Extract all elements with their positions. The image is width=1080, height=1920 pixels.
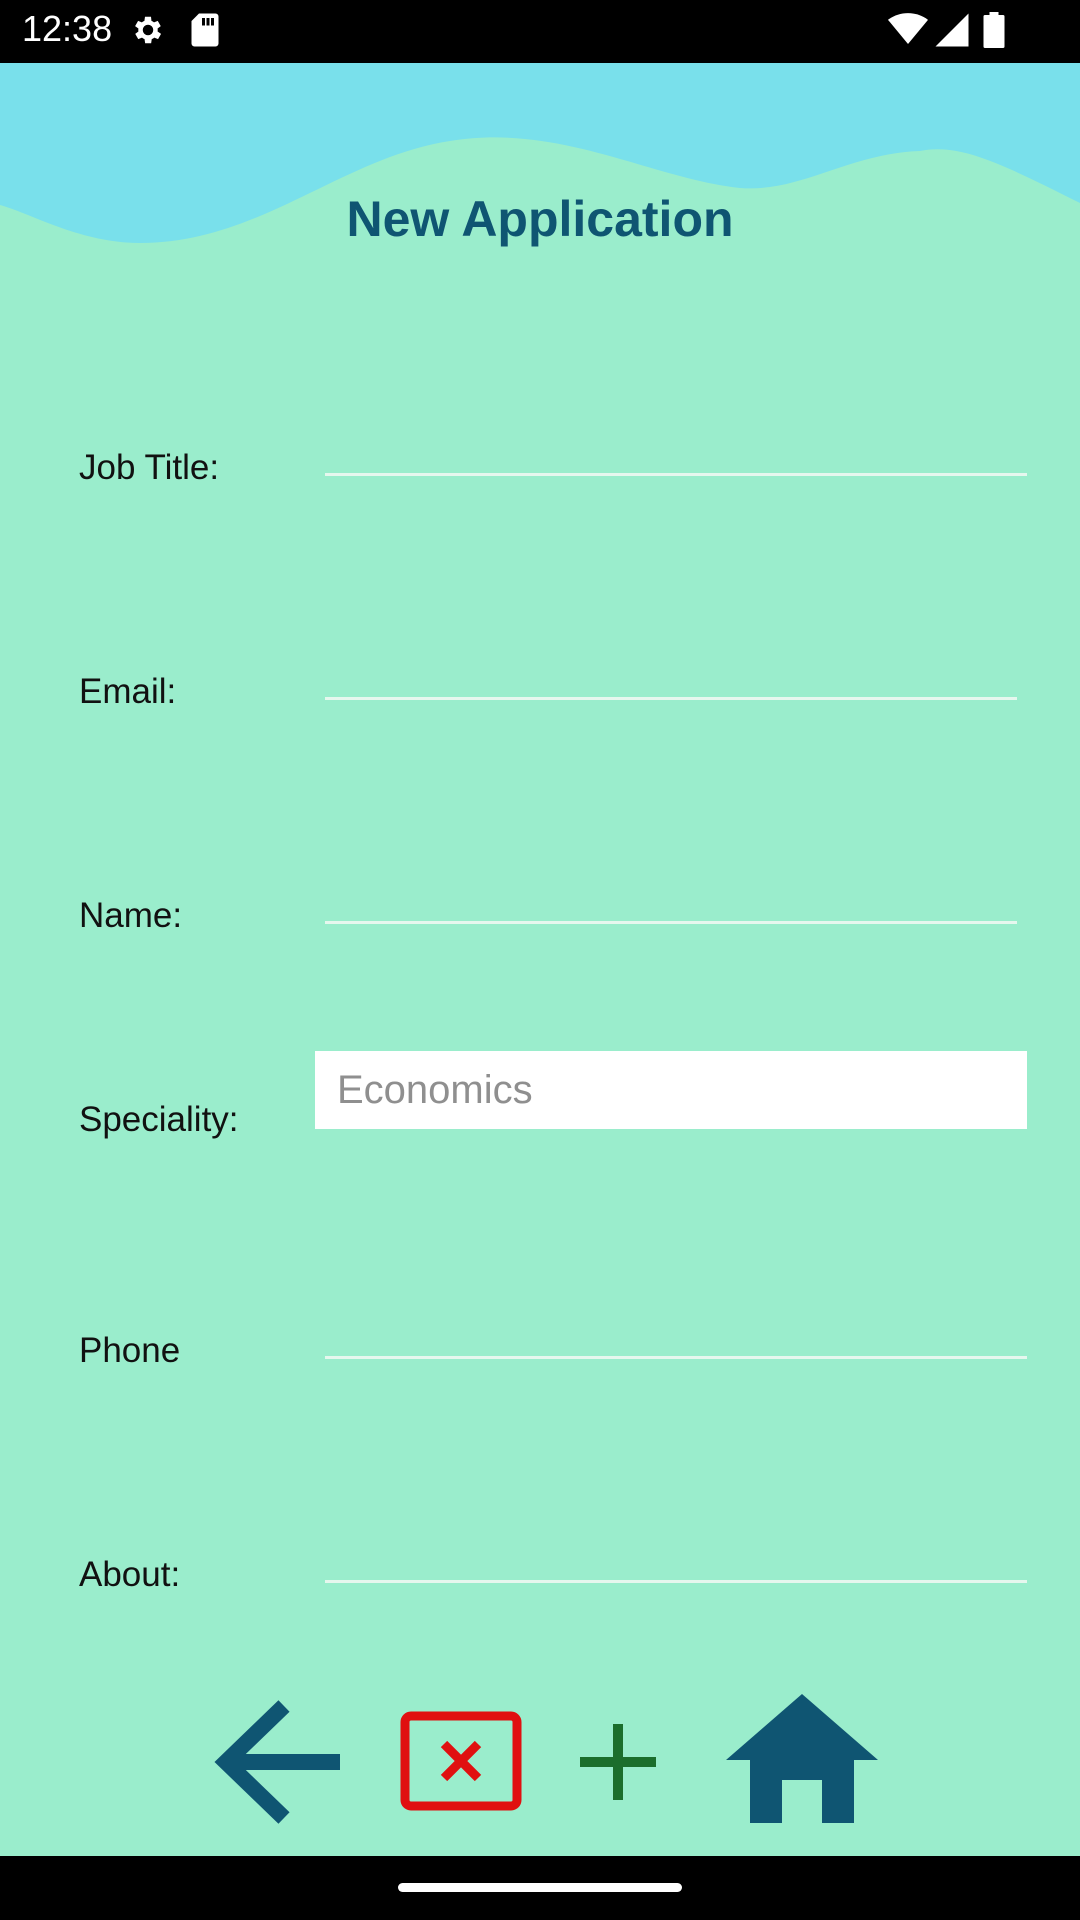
page-title: New Application [346, 191, 734, 247]
battery-icon [983, 12, 1005, 48]
about-input[interactable] [325, 1580, 1027, 1583]
back-arrow-icon [214, 1700, 340, 1824]
name-input[interactable] [325, 921, 1017, 924]
home-button[interactable] [724, 1692, 880, 1824]
signal-icon [935, 13, 969, 47]
speciality-label: Speciality: [79, 1100, 239, 1139]
wifi-icon [888, 13, 928, 44]
settings-icon [135, 16, 162, 44]
speciality-input[interactable]: Economics [315, 1051, 1027, 1129]
status-bar: 12:38 [0, 0, 1080, 63]
phone-input[interactable] [325, 1356, 1027, 1359]
job-title-label: Job Title: [79, 448, 220, 487]
home-icon [726, 1694, 878, 1823]
email-input[interactable] [325, 697, 1017, 700]
add-button[interactable] [578, 1722, 658, 1802]
sd-card-icon [191, 13, 219, 47]
cancel-button[interactable] [400, 1711, 522, 1811]
about-label: About: [79, 1555, 181, 1594]
status-time: 12:38 [22, 8, 113, 49]
job-title-input[interactable] [325, 473, 1027, 476]
home-gesture-pill[interactable] [398, 1883, 682, 1892]
cancel-x-icon [400, 1711, 522, 1811]
name-label: Name: [79, 896, 183, 935]
email-label: Email: [79, 672, 177, 711]
add-plus-icon [580, 1724, 656, 1800]
phone-label: Phone [79, 1331, 181, 1370]
speciality-value: Economics [337, 1068, 533, 1112]
back-button[interactable] [214, 1700, 344, 1824]
